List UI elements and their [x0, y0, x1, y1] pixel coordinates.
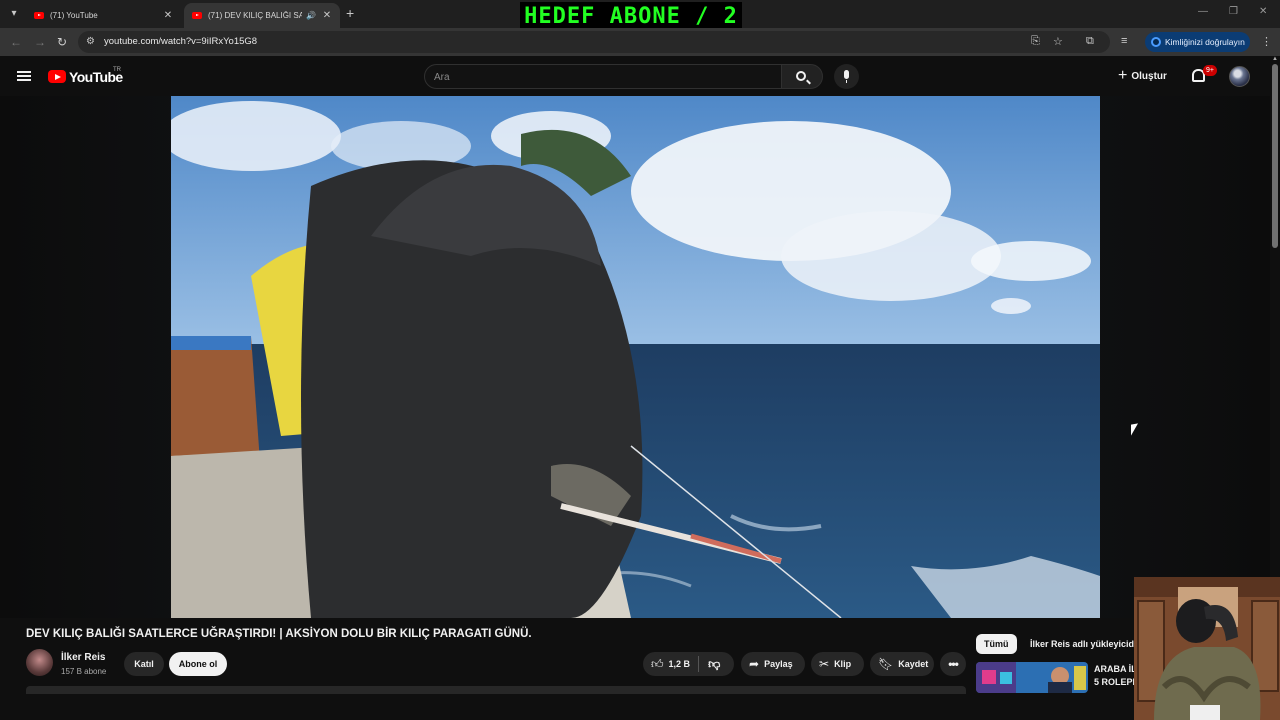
new-tab-plus-icon[interactable]: +	[346, 6, 354, 20]
save-button[interactable]: 🔖︎ Kaydet	[870, 652, 934, 676]
verify-identity-button[interactable]: Kimliğinizi doğrulayın	[1145, 32, 1250, 52]
profile-dot-icon	[1151, 37, 1161, 47]
youtube-favicon-icon	[34, 12, 44, 19]
save-label: Kaydet	[898, 659, 929, 669]
reload-icon[interactable]: ↻	[57, 35, 67, 49]
channel-avatar[interactable]	[26, 649, 53, 676]
youtube-favicon-icon	[192, 12, 202, 19]
search-box[interactable]	[424, 64, 782, 89]
chip-from-uploader[interactable]: İlker Reis adlı yükleyiciden	[1022, 634, 1153, 654]
dislike-button-thumbs-down-icon[interactable]: 👎︎	[699, 657, 720, 672]
youtube-header: YouTube TR + Oluştur 9+	[0, 56, 1280, 96]
url-text[interactable]: youtube.com/watch?v=9iIRxYo15G8	[104, 36, 257, 47]
scrollbar-thumb[interactable]	[1272, 64, 1278, 248]
more-actions-icon[interactable]: •••	[940, 652, 966, 676]
voice-search-button[interactable]	[834, 64, 859, 89]
mouse-cursor-icon	[1131, 423, 1138, 436]
clip-button[interactable]: ✂ Klip	[811, 652, 864, 676]
address-bar[interactable]: ⚙ youtube.com/watch?v=9iIRxYo15G8 ⎘ ☆	[78, 31, 1110, 53]
tab-close-icon[interactable]: ✕	[161, 10, 175, 21]
streamer-webcam-overlay	[1134, 577, 1280, 720]
clip-label: Klip	[834, 659, 852, 669]
description-box[interactable]	[26, 686, 966, 694]
subscribe-button[interactable]: Abone ol	[169, 652, 227, 676]
browser-tab-youtube[interactable]: (71) YouTube ✕	[26, 3, 181, 28]
tab-title: (71) DEV KILIÇ BALIĞI SAATLERCE	[208, 11, 303, 20]
media-controls-icon[interactable]: ≡	[1121, 35, 1127, 47]
create-label: Oluştur	[1131, 70, 1167, 82]
create-button[interactable]: + Oluştur	[1118, 66, 1167, 86]
webcam-image	[1134, 577, 1280, 720]
tab-title: (71) YouTube	[50, 11, 98, 20]
channel-name[interactable]: İlker Reis	[61, 652, 105, 663]
search-input[interactable]	[434, 70, 764, 84]
notification-count-badge: 9+	[1203, 65, 1217, 76]
microphone-icon	[844, 70, 849, 83]
plus-icon: +	[1118, 67, 1128, 84]
account-avatar[interactable]	[1229, 66, 1250, 87]
share-arrow-icon: ➦	[749, 657, 760, 671]
thumbnail-image	[976, 662, 1088, 693]
hamburger-menu-icon[interactable]	[17, 71, 31, 81]
back-arrow-icon[interactable]: ←	[10, 35, 22, 49]
search-icon	[796, 71, 806, 81]
site-info-icon[interactable]: ⚙	[86, 36, 95, 47]
video-frame	[171, 96, 1100, 618]
browser-toolbar: ← → ↻ ⚙ youtube.com/watch?v=9iIRxYo15G8 …	[0, 28, 1280, 56]
recommended-video-thumbnail[interactable]	[976, 662, 1088, 693]
thumbs-up-icon: 👍︎	[651, 656, 664, 671]
share-button[interactable]: ➦ Paylaş	[741, 652, 805, 676]
forward-arrow-icon[interactable]: →	[34, 35, 46, 49]
tab-close-icon[interactable]: ✕	[320, 10, 334, 21]
verify-label: Kimliğinizi doğrulayın	[1165, 37, 1245, 47]
recommended-title-line2: 5 ROLEPL	[1094, 677, 1134, 687]
extensions-icon[interactable]: ⧉	[1086, 35, 1094, 48]
join-button[interactable]: Katıl	[124, 652, 164, 676]
scissors-icon: ✂	[819, 657, 830, 671]
speaker-icon[interactable]: 🔊	[306, 11, 316, 20]
share-label: Paylaş	[764, 659, 793, 669]
browser-tab-video[interactable]: (71) DEV KILIÇ BALIĞI SAATLERCE 🔊 ✕	[184, 3, 340, 28]
browser-menu-icon[interactable]: ⋮	[1261, 35, 1272, 48]
bookmark-icon: 🔖︎	[878, 657, 894, 671]
scroll-up-icon[interactable]: ▲	[1272, 56, 1278, 62]
close-window-icon[interactable]: ✕	[1259, 6, 1267, 17]
region-code: TR	[113, 67, 121, 73]
youtube-logo-icon[interactable]	[48, 70, 66, 83]
subscriber-count: 157 B abone	[61, 667, 107, 676]
like-count: 1,2 B	[668, 659, 691, 669]
tab-search-chevron-icon[interactable]: ▾	[5, 5, 23, 23]
minimize-icon[interactable]: —	[1198, 6, 1208, 17]
like-button[interactable]: 👍︎ 1,2 B	[643, 656, 700, 672]
chip-all[interactable]: Tümü	[976, 634, 1017, 654]
recommended-video-title[interactable]: ARABA İL 5 ROLEPL	[1094, 663, 1134, 689]
video-player[interactable]	[171, 96, 1100, 618]
maximize-icon[interactable]: ❐	[1229, 6, 1238, 17]
bookmark-star-icon[interactable]: ☆	[1053, 35, 1063, 48]
install-app-icon[interactable]: ⎘	[1031, 35, 1040, 48]
recommended-title-line1: ARABA İL	[1094, 664, 1134, 674]
video-title: DEV KILIÇ BALIĞI SAATLERCE UĞRAŞTIRDI! |…	[26, 628, 532, 640]
like-dislike-group: 👍︎ 1,2 B 👎︎	[643, 652, 734, 676]
search-button[interactable]	[781, 64, 823, 89]
